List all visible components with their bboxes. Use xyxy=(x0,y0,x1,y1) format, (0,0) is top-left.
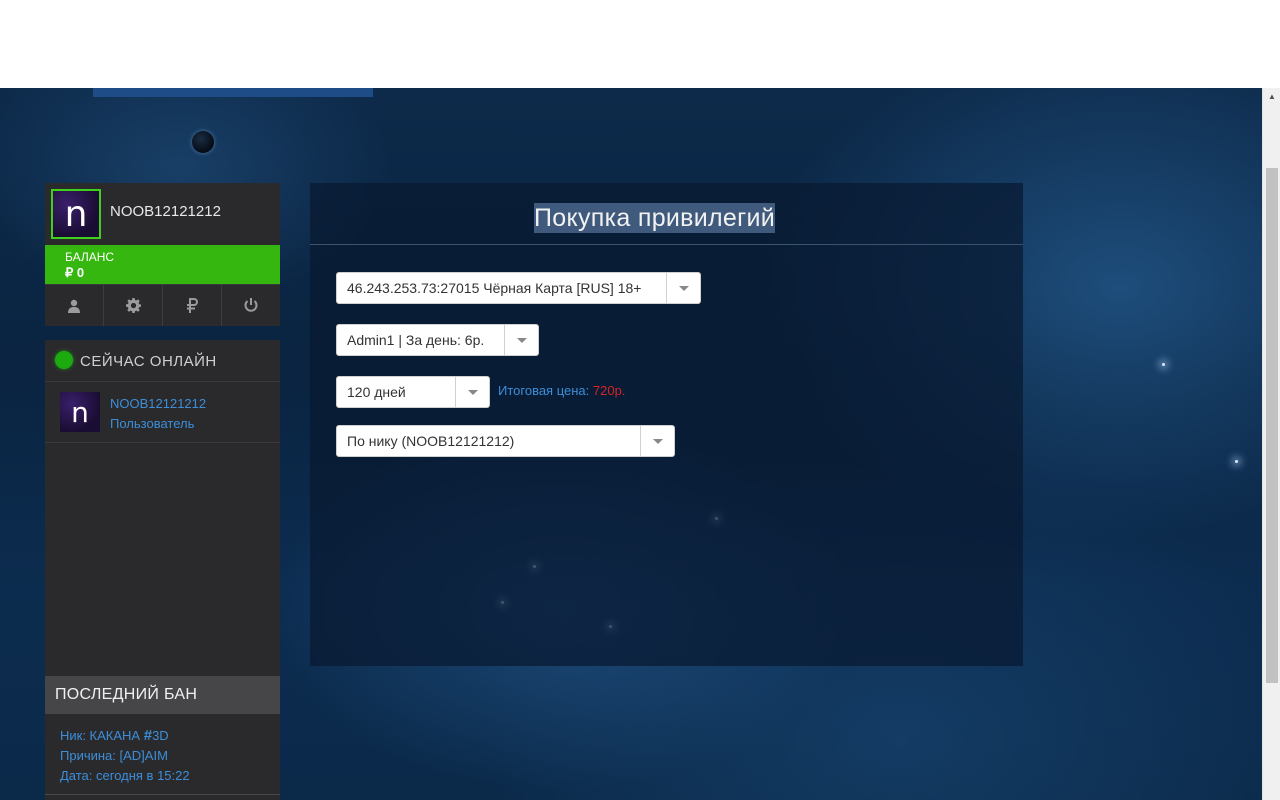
profile-header: n NOOB12121212 xyxy=(45,183,280,245)
avatar-letter: n xyxy=(71,395,89,429)
privilege-select[interactable]: Admin1 | За день: 6р. xyxy=(336,324,539,356)
planet-decoration xyxy=(192,131,214,153)
gear-icon[interactable] xyxy=(104,285,163,326)
balance-value: ₽ 0 xyxy=(65,265,85,280)
total-price-label: Итоговая цена: xyxy=(498,383,593,398)
duration-select[interactable]: 120 дней xyxy=(336,376,490,408)
chevron-down-icon[interactable] xyxy=(640,426,674,456)
profile-actions xyxy=(45,284,280,326)
ruble-icon[interactable] xyxy=(163,285,222,326)
auth-type-select[interactable]: По нику (NOOB12121212) xyxy=(336,425,675,457)
last-ban-body: Ник: КАКАНА #3D Причина: [AD]AIM Дата: с… xyxy=(45,714,280,786)
purchase-header: Покупка привилегий xyxy=(310,183,1023,245)
ban-nick-suffix: 3D xyxy=(152,728,169,743)
balance-box: БАЛАНС ₽ 0 xyxy=(45,245,280,284)
privilege-select-value: Admin1 | За день: 6р. xyxy=(347,332,485,348)
purchase-panel: Покупка привилегий 46.243.253.73:27015 Ч… xyxy=(310,183,1023,666)
last-ban-title: ПОСЛЕДНИЙ БАН xyxy=(45,676,280,714)
power-icon[interactable] xyxy=(222,285,280,326)
ban-nick-label: Ник: КАКАНА xyxy=(60,728,144,743)
total-price-value: 720р. xyxy=(592,383,626,398)
total-price: Итоговая цена: 720р. xyxy=(498,383,625,398)
page-scrollbar[interactable]: ▲ xyxy=(1262,88,1280,800)
server-select[interactable]: 46.243.253.73:27015 Чёрная Карта [RUS] 1… xyxy=(336,272,701,304)
chevron-down-icon[interactable] xyxy=(504,325,538,355)
ban-nick-hash: # xyxy=(143,727,153,744)
star xyxy=(1162,363,1165,366)
scroll-thumb[interactable] xyxy=(1266,168,1278,683)
scroll-up-arrow-icon[interactable]: ▲ xyxy=(1263,88,1280,105)
online-header: СЕЙЧАС ОНЛАЙН xyxy=(45,340,280,382)
balance-label: БАЛАНС xyxy=(65,250,115,264)
online-status-icon xyxy=(55,351,73,369)
online-panel: СЕЙЧАС ОНЛАЙН n NOOB12121212 Пользовател… xyxy=(45,340,280,676)
online-title: СЕЙЧАС ОНЛАЙН xyxy=(80,353,217,370)
ban-nick[interactable]: Ник: КАКАНА #3D xyxy=(60,726,280,746)
avatar[interactable]: n xyxy=(51,189,101,239)
ban-reason: Причина: [AD]AIM xyxy=(60,748,168,763)
chevron-down-icon[interactable] xyxy=(455,377,489,407)
server-select-value: 46.243.253.73:27015 Чёрная Карта [RUS] 1… xyxy=(347,280,642,296)
profile-username[interactable]: NOOB12121212 xyxy=(110,203,221,220)
nav-bar-fragment xyxy=(93,88,373,97)
online-user-role[interactable]: Пользователь xyxy=(110,416,194,431)
last-ban-panel: ПОСЛЕДНИЙ БАН Ник: КАКАНА #3D Причина: [… xyxy=(45,676,280,800)
chevron-down-icon[interactable] xyxy=(666,273,700,303)
auth-type-select-value: По нику (NOOB12121212) xyxy=(347,433,515,449)
user-icon[interactable] xyxy=(45,285,104,326)
page-title: Покупка привилегий xyxy=(534,203,776,233)
browser-top-area xyxy=(0,0,1262,88)
avatar[interactable]: n xyxy=(60,392,100,432)
online-user-name[interactable]: NOOB12121212 xyxy=(110,396,206,411)
ban-date: Дата: сегодня в 15:22 xyxy=(60,768,190,783)
online-user-item[interactable]: n NOOB12121212 Пользователь xyxy=(45,382,280,443)
star xyxy=(1235,460,1238,463)
avatar-letter: n xyxy=(64,193,88,235)
profile-panel: n NOOB12121212 БАЛАНС ₽ 0 xyxy=(45,183,280,326)
divider xyxy=(45,794,280,795)
duration-select-value: 120 дней xyxy=(347,384,406,400)
